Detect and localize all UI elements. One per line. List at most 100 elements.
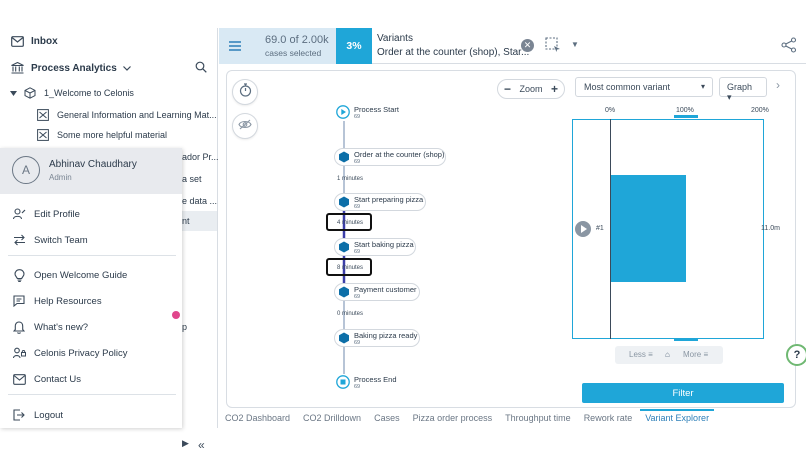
node-count: 69	[354, 204, 361, 210]
tab-variant-explorer[interactable]: Variant Explorer	[640, 409, 714, 423]
cases-label: cases selected	[265, 48, 322, 58]
menu-item-welcome-guide[interactable]: Open Welcome Guide	[12, 268, 127, 282]
search-icon[interactable]	[195, 61, 209, 75]
node-label: Process End	[354, 375, 397, 384]
menu-item-label: What's new?	[34, 321, 89, 333]
view-mode-select[interactable]: Graph ▾	[719, 77, 767, 102]
tab-co2-drilldown[interactable]: CO2 Drilldown	[303, 413, 361, 423]
variant-duration: 11.0m	[761, 225, 780, 232]
menu-item-contact-us[interactable]: Contact Us	[12, 372, 81, 386]
tree-item-partial[interactable]: a set	[182, 174, 202, 184]
chevron-down-icon: ▾	[700, 82, 705, 91]
user-card: A Abhinav Chaudhary Admin	[0, 148, 182, 194]
menu-toggle-button[interactable]	[219, 28, 251, 64]
process-explorer-canvas: − Zoom + Process Start 69 Order at the c…	[226, 70, 796, 408]
node-count: 69	[354, 249, 361, 255]
node-count: 69	[354, 159, 361, 165]
tree-item-label: 1_Welcome to Celonis	[44, 88, 134, 98]
variant-pager: Less ≡ ⌂ More ≡	[615, 346, 723, 364]
bell-icon	[12, 320, 26, 334]
logout-icon	[12, 408, 26, 422]
menu-item-label: Logout	[34, 409, 64, 421]
node-count: 69	[354, 114, 361, 120]
node-count: 69	[354, 340, 361, 346]
menu-divider	[8, 394, 176, 395]
node-label: Start preparing pizza	[354, 195, 424, 204]
user-menu-dropdown: A Abhinav Chaudhary Admin Edit Profile S…	[0, 148, 182, 428]
less-button[interactable]: Less ≡	[629, 350, 653, 359]
edge-label: 1 minutes	[337, 176, 364, 182]
user-name: Abhinav Chaudhary	[49, 159, 137, 170]
play-circle-icon	[336, 105, 350, 119]
variant-sort-select[interactable]: Most common variant ▾	[575, 77, 713, 97]
menu-item-privacy-policy[interactable]: Celonis Privacy Policy	[12, 346, 127, 360]
bank-icon	[10, 61, 24, 75]
tree-item-partial[interactable]: nt	[182, 216, 190, 226]
analysis-icon	[36, 108, 50, 122]
tree-item-welcome[interactable]: 1_Welcome to Celonis	[10, 86, 134, 100]
hexagon-icon	[339, 286, 349, 298]
play-variant-button[interactable]	[575, 221, 591, 237]
node-count: 69	[354, 384, 361, 390]
menu-item-whats-new[interactable]: What's new?	[12, 320, 88, 334]
axis-tick-label: 0%	[605, 107, 616, 114]
tab-rework-rate[interactable]: Rework rate	[584, 413, 633, 423]
tree-item-helpful-material[interactable]: Some more helpful material	[36, 128, 167, 142]
edge-label: 4 minutes	[337, 220, 364, 226]
tab-cases[interactable]: Cases	[374, 413, 400, 423]
bar-marker-top	[674, 115, 698, 118]
collapse-sidebar-button[interactable]: «	[198, 438, 205, 452]
play-icon[interactable]: ▶	[182, 438, 189, 449]
chevron-down-icon	[122, 63, 131, 74]
selection-icon[interactable]	[545, 37, 561, 53]
filter-title: Variants	[377, 33, 413, 44]
sheet-tabs: CO2 Dashboard CO2 Drilldown Cases Pizza ord…	[219, 408, 806, 428]
menu-item-edit-profile[interactable]: Edit Profile	[12, 207, 80, 221]
tree-item-label: General Information and Learning Mat...	[57, 110, 217, 120]
tree-item-general-information[interactable]: General Information and Learning Mat...	[36, 108, 217, 122]
filter-value[interactable]: Order at the counter (shop), Star...	[377, 47, 529, 58]
percent-badge: 3%	[336, 28, 372, 64]
menu-divider	[8, 255, 176, 256]
help-button[interactable]: ?	[786, 344, 806, 366]
menu-item-label: Open Welcome Guide	[34, 269, 128, 281]
tree-item-partial[interactable]: ador Pr...	[182, 152, 219, 162]
variant-bar-1[interactable]	[611, 175, 686, 282]
menu-item-label: Celonis Privacy Policy	[34, 347, 128, 359]
more-button[interactable]: More ≡	[683, 350, 708, 359]
filter-button[interactable]: Filter	[582, 383, 784, 403]
tree-item-label: Some more helpful material	[57, 130, 168, 140]
tab-co2-dashboard[interactable]: CO2 Dashboard	[225, 413, 290, 423]
node-count: 69	[354, 294, 361, 300]
menu-item-label: Switch Team	[34, 234, 88, 246]
switch-icon	[12, 233, 26, 247]
sidebar-section-process-analytics[interactable]: Process Analytics	[10, 61, 131, 75]
home-icon[interactable]: ⌂	[665, 350, 670, 359]
cases-count: 69.0 of 2.00k	[265, 34, 329, 46]
close-icon: ✕	[523, 40, 532, 50]
menu-item-switch-team[interactable]: Switch Team	[12, 233, 88, 247]
caret-down-icon: ▾	[727, 92, 732, 102]
select-value: Graph	[727, 82, 753, 92]
help-doc-icon	[12, 294, 26, 308]
user-role: Admin	[49, 173, 72, 182]
menu-item-label: Help Resources	[34, 295, 102, 307]
app-window: Inbox Process Analytics 1_Welcome to Cel…	[0, 0, 806, 455]
tree-item-partial[interactable]: p	[182, 322, 187, 332]
sidebar-item-inbox[interactable]: Inbox	[10, 34, 58, 48]
menu-item-help-resources[interactable]: Help Resources	[12, 294, 102, 308]
hexagon-icon	[339, 151, 349, 163]
avatar: A	[12, 156, 40, 184]
section-label: Process Analytics	[31, 62, 117, 74]
chevron-down-icon[interactable]: ▼	[571, 40, 579, 49]
menu-item-logout[interactable]: Logout	[12, 408, 63, 422]
caret-down-icon	[10, 88, 17, 98]
stop-circle-icon	[336, 375, 350, 389]
clear-filter-button[interactable]: ✕	[521, 39, 534, 52]
tab-pizza-order-process[interactable]: Pizza order process	[413, 413, 493, 423]
tab-throughput-time[interactable]: Throughput time	[505, 413, 571, 423]
share-icon[interactable]	[781, 37, 797, 53]
tree-item-partial[interactable]: e data ...	[182, 196, 217, 206]
menu-item-label: Edit Profile	[34, 208, 80, 220]
chevron-right-icon[interactable]: ›	[776, 78, 780, 92]
